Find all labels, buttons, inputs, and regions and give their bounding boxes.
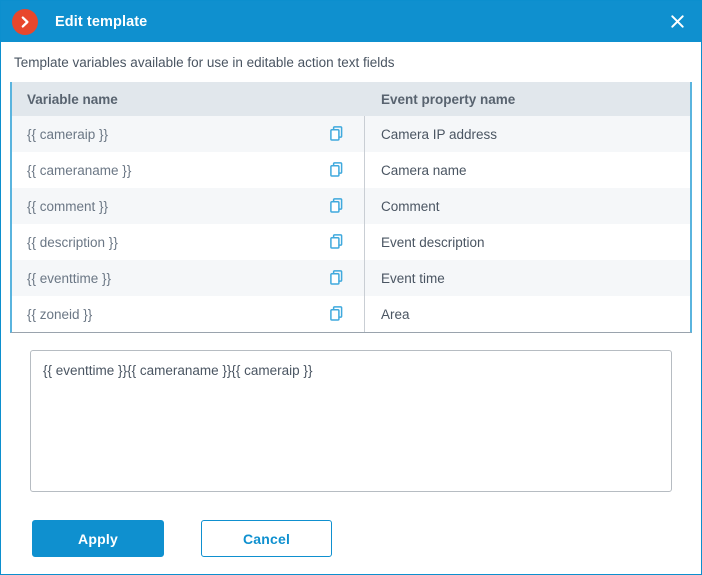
dialog-title: Edit template xyxy=(55,13,148,30)
intro-description: Template variables available for use in … xyxy=(14,55,395,70)
variable-name-text: {{ comment }} xyxy=(27,198,109,214)
event-property-cell: Event description xyxy=(381,234,485,250)
column-header-variable-name: Variable name xyxy=(27,91,118,107)
copy-icon[interactable] xyxy=(330,234,344,250)
copy-icon[interactable] xyxy=(330,306,344,322)
variable-name-text: {{ zoneid }} xyxy=(27,306,93,322)
apply-button[interactable]: Apply xyxy=(32,520,164,557)
table-row: {{ zoneid }} Area xyxy=(12,296,690,332)
column-header-event-property: Event property name xyxy=(381,91,516,107)
table-row: {{ cameraname }} Camera name xyxy=(12,152,690,188)
event-property-cell: Camera name xyxy=(381,162,467,178)
copy-icon[interactable] xyxy=(330,162,344,178)
event-property-cell: Camera IP address xyxy=(381,126,498,142)
copy-icon[interactable] xyxy=(330,270,344,286)
template-text-input[interactable] xyxy=(30,350,672,492)
close-button[interactable] xyxy=(653,1,701,42)
variable-name-cell: {{ zoneid }} xyxy=(12,296,365,332)
variable-name-text: {{ description }} xyxy=(27,234,118,250)
table-row: {{ comment }} Comment xyxy=(12,188,690,224)
variable-name-text: {{ cameraname }} xyxy=(27,162,132,178)
variable-name-cell: {{ cameraname }} xyxy=(12,152,365,188)
template-variables-table: Variable name Event property name {{ cam… xyxy=(10,82,692,333)
event-property-cell: Event time xyxy=(381,270,445,286)
variable-name-text: {{ eventtime }} xyxy=(27,270,112,286)
variable-name-cell: {{ cameraip }} xyxy=(12,116,365,152)
template-editor-wrapper xyxy=(10,333,692,497)
table-row: {{ cameraip }} Camera IP address xyxy=(12,116,690,152)
close-icon xyxy=(670,15,684,28)
dialog-footer: Apply Cancel xyxy=(10,497,692,557)
table-row: {{ description }} Event description xyxy=(12,224,690,260)
chevron-right-circle-icon xyxy=(12,8,38,35)
copy-icon[interactable] xyxy=(330,126,344,142)
variable-name-cell: {{ eventtime }} xyxy=(12,260,365,296)
table-header-row: Variable name Event property name xyxy=(12,82,690,116)
variable-name-cell: {{ description }} xyxy=(12,224,365,260)
dialog-body: Template variables available for use in … xyxy=(1,42,701,574)
edit-template-dialog: Edit template Template variables availab… xyxy=(0,0,702,575)
dialog-titlebar: Edit template xyxy=(1,1,701,42)
copy-icon[interactable] xyxy=(330,198,344,214)
event-property-cell: Area xyxy=(381,306,410,322)
variable-name-cell: {{ comment }} xyxy=(12,188,365,224)
event-property-cell: Comment xyxy=(381,198,440,214)
variable-name-text: {{ cameraip }} xyxy=(27,126,109,142)
cancel-button[interactable]: Cancel xyxy=(201,520,332,557)
table-row: {{ eventtime }} Event time xyxy=(12,260,690,296)
